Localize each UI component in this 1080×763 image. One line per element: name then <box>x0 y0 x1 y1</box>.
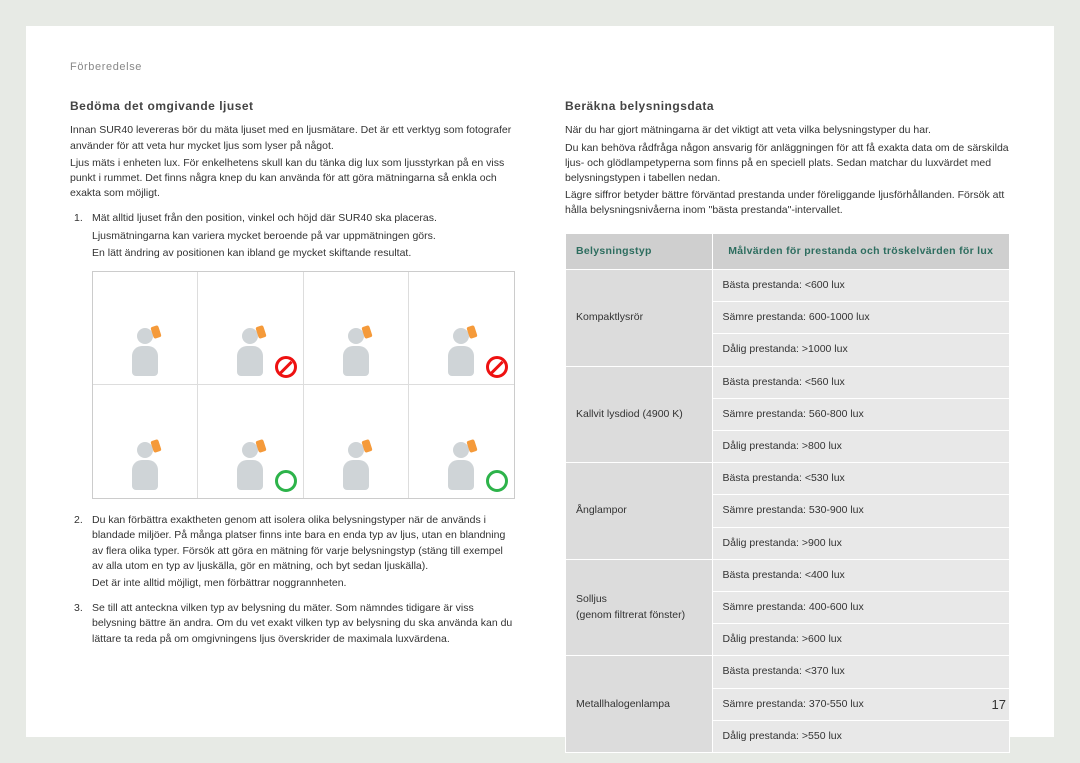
instruction-2: Du kan förbättra exaktheten genom att is… <box>70 513 515 591</box>
right-intro: När du har gjort mätningarna är det vikt… <box>565 123 1010 218</box>
left-intro: Innan SUR40 levereras bör du mäta ljuset… <box>70 123 515 201</box>
page-number: 17 <box>992 696 1006 715</box>
lighting-type-cell: Solljus(genom filtrerat fönster) <box>566 559 713 656</box>
instr3-l1: Se till att anteckna vilken typ av belys… <box>92 601 515 647</box>
lighting-value-cell: Sämre prestanda: 400-600 lux <box>712 592 1009 624</box>
lighting-value-cell: Sämre prestanda: 370-550 lux <box>712 688 1009 720</box>
lighting-table: Belysningstyp Målvärden för prestanda oc… <box>565 233 1010 754</box>
instruction-1: Mät alltid ljuset från den position, vin… <box>70 211 515 499</box>
instr2-l1: Du kan förbättra exaktheten genom att is… <box>92 513 515 574</box>
person-icon <box>343 442 369 490</box>
instruction-3: Se till att anteckna vilken typ av belys… <box>70 601 515 647</box>
illus-pane-8 <box>409 385 514 498</box>
prohibit-icon <box>486 356 508 378</box>
phone-icon <box>256 325 267 339</box>
left-intro-p1: Innan SUR40 levereras bör du mäta ljuset… <box>70 123 515 153</box>
illus-pane-7 <box>304 385 409 498</box>
phone-icon <box>467 325 478 339</box>
lighting-type-cell: Ånglampor <box>566 463 713 560</box>
instruction-list: Mät alltid ljuset från den position, vin… <box>70 211 515 646</box>
person-icon <box>237 328 263 376</box>
table-row: MetallhalogenlampaBästa prestanda: <370 … <box>566 656 1010 688</box>
table-row: Solljus(genom filtrerat fönster)Bästa pr… <box>566 559 1010 591</box>
lighting-value-cell: Sämre prestanda: 600-1000 lux <box>712 302 1009 334</box>
right-intro-p1: När du har gjort mätningarna är det vikt… <box>565 123 1010 138</box>
lighting-type-cell: Kompaktlysrör <box>566 269 713 366</box>
phone-icon <box>256 439 267 453</box>
lighting-value-cell: Bästa prestanda: <400 lux <box>712 559 1009 591</box>
illus-pane-2 <box>198 272 303 385</box>
lighting-type-cell: Metallhalogenlampa <box>566 656 713 753</box>
instr2-l2: Det är inte alltid möjligt, men förbättr… <box>92 576 515 591</box>
two-column-layout: Bedöma det omgivande ljuset Innan SUR40 … <box>70 98 1010 753</box>
instr1-l3: En lätt ändring av positionen kan ibland… <box>92 246 515 261</box>
lighting-value-cell: Dålig prestanda: >800 lux <box>712 430 1009 462</box>
prohibit-icon <box>275 356 297 378</box>
left-column: Bedöma det omgivande ljuset Innan SUR40 … <box>70 98 515 753</box>
lighting-value-cell: Dålig prestanda: >550 lux <box>712 720 1009 752</box>
illus-pane-3 <box>304 272 409 385</box>
ok-icon <box>275 470 297 492</box>
lighting-value-cell: Dålig prestanda: >600 lux <box>712 624 1009 656</box>
lighting-value-cell: Bästa prestanda: <370 lux <box>712 656 1009 688</box>
lighting-value-cell: Sämre prestanda: 530-900 lux <box>712 495 1009 527</box>
person-icon <box>343 328 369 376</box>
person-icon <box>132 328 158 376</box>
illus-pane-4 <box>409 272 514 385</box>
right-heading: Beräkna belysningsdata <box>565 98 1010 115</box>
right-intro-p3: Lägre siffror betyder bättre förväntad p… <box>565 188 1010 218</box>
left-intro-p2: Ljus mäts i enheten lux. För enkelhetens… <box>70 156 515 202</box>
instr1-l1: Mät alltid ljuset från den position, vin… <box>92 211 515 226</box>
lighting-value-cell: Dålig prestanda: >1000 lux <box>712 334 1009 366</box>
lighting-value-cell: Bästa prestanda: <600 lux <box>712 269 1009 301</box>
lighting-value-cell: Bästa prestanda: <530 lux <box>712 463 1009 495</box>
illus-pane-1 <box>93 272 198 385</box>
document-page: Förberedelse Bedöma det omgivande ljuset… <box>26 26 1054 737</box>
person-icon <box>132 442 158 490</box>
table-row: Kallvit lysdiod (4900 K)Bästa prestanda:… <box>566 366 1010 398</box>
instr1-l2: Ljusmätningarna kan variera mycket beroe… <box>92 229 515 244</box>
person-icon <box>448 442 474 490</box>
table-row: ÅnglamporBästa prestanda: <530 lux <box>566 463 1010 495</box>
lighting-value-cell: Sämre prestanda: 560-800 lux <box>712 398 1009 430</box>
table-header-values: Målvärden för prestanda och tröskelvärde… <box>712 233 1009 269</box>
left-heading: Bedöma det omgivande ljuset <box>70 98 515 115</box>
table-row: KompaktlysrörBästa prestanda: <600 lux <box>566 269 1010 301</box>
section-label: Förberedelse <box>70 60 1010 76</box>
phone-icon <box>467 439 478 453</box>
lighting-value-cell: Bästa prestanda: <560 lux <box>712 366 1009 398</box>
right-intro-p2: Du kan behöva rådfråga någon ansvarig fö… <box>565 141 1010 187</box>
illus-pane-6 <box>198 385 303 498</box>
ok-icon <box>486 470 508 492</box>
person-icon <box>448 328 474 376</box>
lighting-value-cell: Dålig prestanda: >900 lux <box>712 527 1009 559</box>
table-header-type: Belysningstyp <box>566 233 713 269</box>
right-column: Beräkna belysningsdata När du har gjort … <box>565 98 1010 753</box>
person-icon <box>237 442 263 490</box>
illus-pane-5 <box>93 385 198 498</box>
lighting-type-cell: Kallvit lysdiod (4900 K) <box>566 366 713 463</box>
measurement-illustration <box>92 271 515 499</box>
